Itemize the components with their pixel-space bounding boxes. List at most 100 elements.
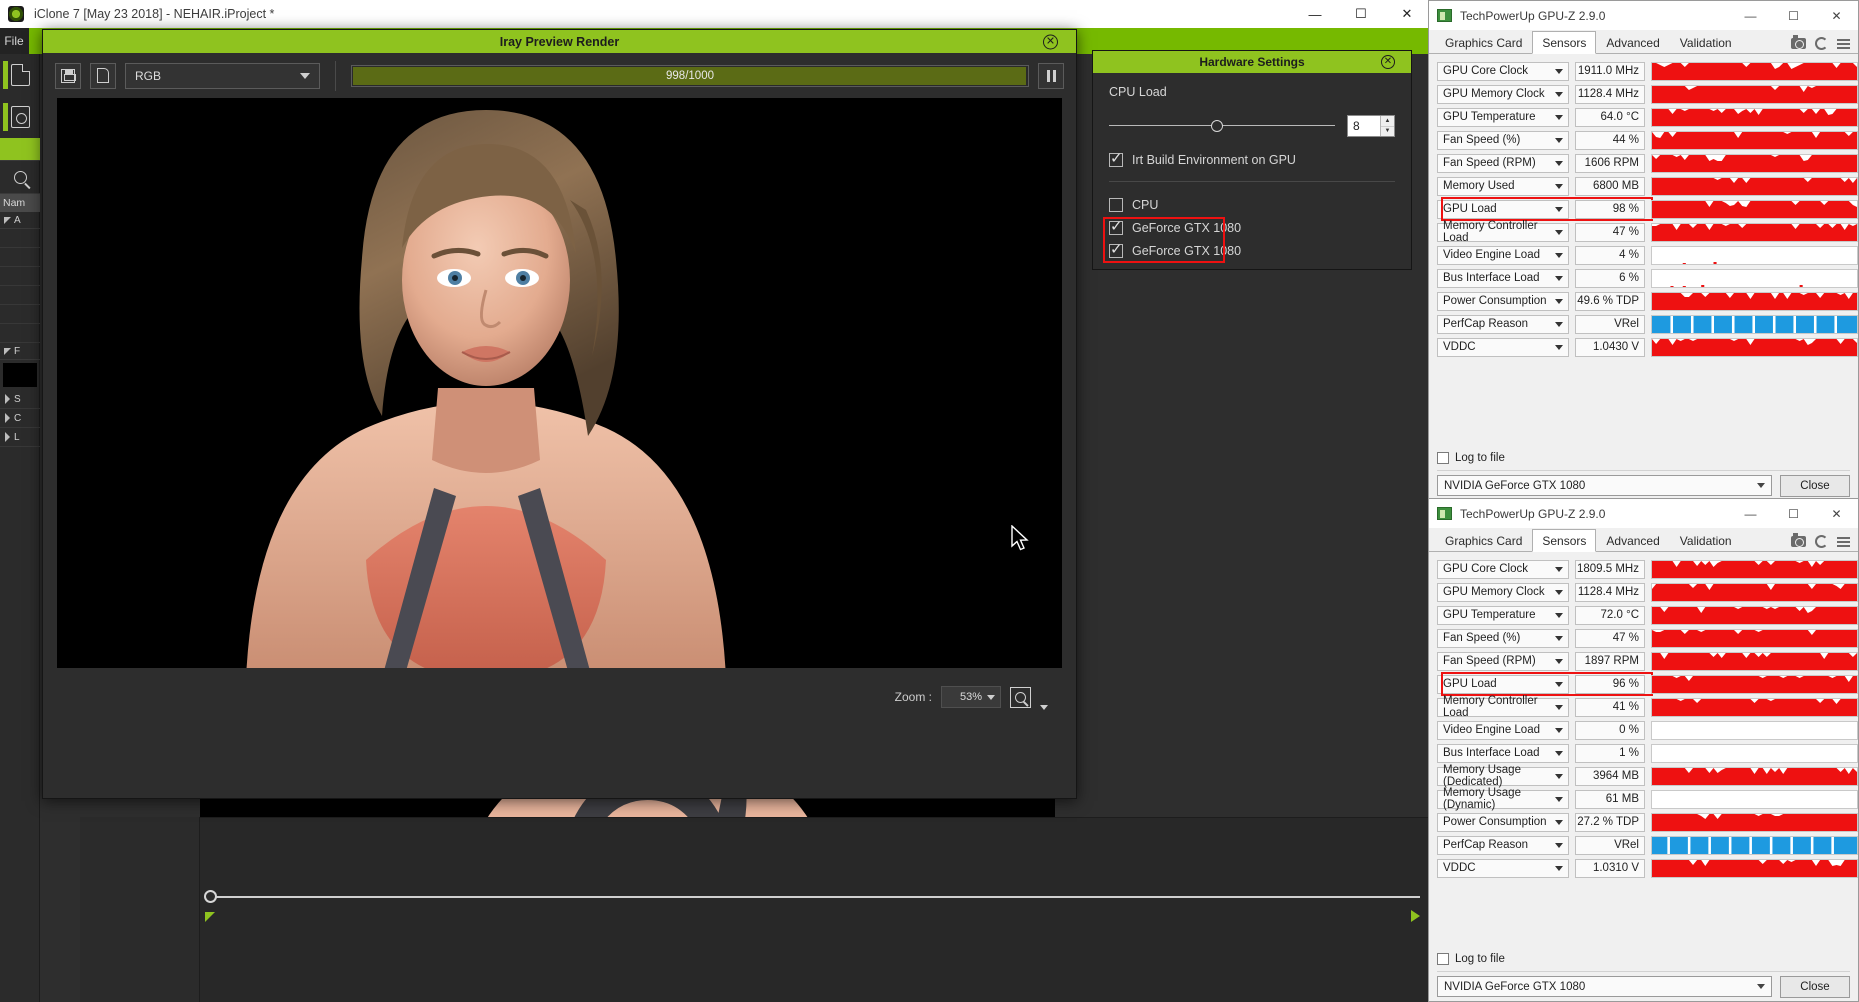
rail-item-1[interactable]: C <box>0 409 40 428</box>
timeline-track[interactable] <box>210 896 1420 898</box>
zoom-fit-button[interactable] <box>1010 686 1031 708</box>
iray-render-canvas[interactable] <box>57 98 1062 668</box>
tab-graphics-card[interactable]: Graphics Card <box>1435 530 1532 551</box>
tab-validation[interactable]: Validation <box>1670 32 1742 53</box>
sensor-name-select[interactable]: GPU Core Clock <box>1437 559 1569 579</box>
sensor-name-select[interactable]: VDDC <box>1437 337 1569 357</box>
log-to-file-checkbox[interactable] <box>1437 953 1449 965</box>
tab-advanced[interactable]: Advanced <box>1596 32 1669 53</box>
slider-handle[interactable] <box>1210 120 1223 132</box>
sensor-name-select[interactable]: Memory Controller Load <box>1437 695 1569 719</box>
camera-icon[interactable] <box>1791 533 1806 547</box>
sensor-name-select[interactable]: Bus Interface Load <box>1437 743 1569 763</box>
sensor-name-select[interactable]: Power Consumption <box>1437 812 1569 832</box>
sensor-name-select[interactable]: GPU Core Clock <box>1437 61 1569 81</box>
sensor-name-select[interactable]: Power Consumption <box>1437 291 1569 311</box>
rail-row[interactable] <box>0 324 40 343</box>
rail-row[interactable] <box>0 286 40 305</box>
rail-button-project[interactable] <box>0 96 40 138</box>
camera-icon[interactable] <box>1791 35 1806 49</box>
timeline-end-arrow-icon[interactable] <box>1411 910 1420 922</box>
sensor-name-select[interactable]: Bus Interface Load <box>1437 268 1569 288</box>
color-swatch[interactable] <box>3 363 37 387</box>
sensor-name-select[interactable]: GPU Memory Clock <box>1437 84 1569 104</box>
sensor-name-select[interactable]: Fan Speed (%) <box>1437 130 1569 150</box>
chevron-down-icon <box>1555 252 1563 258</box>
minimize-icon[interactable]: — <box>1729 499 1772 528</box>
sensor-name-select[interactable]: PerfCap Reason <box>1437 314 1569 334</box>
sensor-name-select[interactable]: Fan Speed (RPM) <box>1437 651 1569 671</box>
tab-sensors[interactable]: Sensors <box>1532 31 1597 54</box>
cpu-load-value[interactable]: 8 <box>1348 116 1380 136</box>
timeline-scrubber-handle[interactable] <box>204 890 217 903</box>
sensor-name-select[interactable]: GPU Memory Clock <box>1437 582 1569 602</box>
sensor-name-select[interactable]: Fan Speed (RPM) <box>1437 153 1569 173</box>
chevron-down-icon[interactable] <box>1040 705 1048 710</box>
maximize-icon[interactable]: ☐ <box>1772 499 1815 528</box>
timeline-marker-icon[interactable] <box>205 912 215 922</box>
tab-graphics-card[interactable]: Graphics Card <box>1435 32 1532 53</box>
irt-build-env-row[interactable]: Irt Build Environment on GPU <box>1109 149 1395 167</box>
minimize-icon[interactable]: — <box>1292 0 1338 28</box>
cpu-load-stepper[interactable]: 8 ▲ ▼ <box>1347 115 1395 137</box>
sensor-name-select[interactable]: Memory Controller Load <box>1437 220 1569 244</box>
tab-sensors[interactable]: Sensors <box>1532 529 1597 552</box>
tab-validation[interactable]: Validation <box>1670 530 1742 551</box>
rail-row[interactable] <box>0 267 40 286</box>
rail-item-2[interactable]: L <box>0 428 40 447</box>
device-select[interactable]: NVIDIA GeForce GTX 1080 <box>1437 475 1772 496</box>
close-icon[interactable]: ✕ <box>1043 34 1058 49</box>
rail-section-a[interactable]: A <box>0 212 40 229</box>
channel-select[interactable]: RGB <box>125 62 320 89</box>
pause-button[interactable] <box>1038 62 1064 89</box>
menu-file[interactable]: File <box>0 28 28 54</box>
refresh-icon[interactable] <box>1815 37 1828 50</box>
sensor-name: Power Consumption <box>1443 816 1547 828</box>
zoom-select[interactable]: 53% <box>941 686 1001 708</box>
timeline[interactable] <box>200 817 1430 1002</box>
copy-button[interactable] <box>90 62 116 89</box>
close-button[interactable]: Close <box>1780 474 1850 497</box>
device-select[interactable]: NVIDIA GeForce GTX 1080 <box>1437 976 1772 997</box>
device-row-cpu[interactable]: CPU <box>1109 198 1395 212</box>
log-to-file-checkbox[interactable] <box>1437 452 1449 464</box>
sensor-row-gpu-memory-clock: GPU Memory Clock 1128.4 MHz <box>1437 581 1858 603</box>
save-button[interactable] <box>55 62 81 89</box>
menu-icon[interactable] <box>1837 536 1850 547</box>
maximize-icon[interactable]: ☐ <box>1772 1 1815 30</box>
close-icon[interactable]: ✕ <box>1384 0 1430 28</box>
rail-row[interactable] <box>0 305 40 324</box>
minimize-icon[interactable]: — <box>1729 1 1772 30</box>
sensor-name-select[interactable]: Memory Used <box>1437 176 1569 196</box>
close-button[interactable]: Close <box>1780 975 1850 998</box>
rail-row[interactable] <box>0 248 40 267</box>
log-to-file-row[interactable]: Log to file <box>1437 947 1850 971</box>
rail-section-f[interactable]: F <box>0 343 40 360</box>
stepper-up-icon[interactable]: ▲ <box>1381 116 1394 127</box>
refresh-icon[interactable] <box>1815 535 1828 548</box>
close-icon[interactable]: ✕ <box>1381 55 1395 69</box>
sensor-name-select[interactable]: Video Engine Load <box>1437 720 1569 740</box>
sensor-name-select[interactable]: Memory Usage (Dynamic) <box>1437 787 1569 811</box>
cpu-load-slider[interactable] <box>1109 119 1335 133</box>
close-icon[interactable]: ✕ <box>1815 499 1858 528</box>
menu-icon[interactable] <box>1837 38 1850 49</box>
sensor-name-select[interactable]: GPU Temperature <box>1437 605 1569 625</box>
sensor-name-select[interactable]: Memory Usage (Dedicated) <box>1437 764 1569 788</box>
rail-row[interactable] <box>0 229 40 248</box>
search-button[interactable] <box>0 160 40 194</box>
irt-build-env-checkbox[interactable] <box>1109 149 1123 167</box>
rail-item-0[interactable]: S <box>0 390 40 409</box>
sensor-name-select[interactable]: VDDC <box>1437 858 1569 878</box>
close-icon[interactable]: ✕ <box>1815 1 1858 30</box>
tab-advanced[interactable]: Advanced <box>1596 530 1669 551</box>
sensor-name-select[interactable]: GPU Temperature <box>1437 107 1569 127</box>
sensor-name-select[interactable]: Fan Speed (%) <box>1437 628 1569 648</box>
log-to-file-row[interactable]: Log to file <box>1437 446 1850 470</box>
stepper-down-icon[interactable]: ▼ <box>1381 126 1394 136</box>
maximize-icon[interactable]: ☐ <box>1338 0 1384 28</box>
sensor-name-select[interactable]: Video Engine Load <box>1437 245 1569 265</box>
sensor-name-select[interactable]: PerfCap Reason <box>1437 835 1569 855</box>
rail-button-content[interactable] <box>0 54 40 96</box>
device-checkbox[interactable] <box>1109 198 1123 212</box>
